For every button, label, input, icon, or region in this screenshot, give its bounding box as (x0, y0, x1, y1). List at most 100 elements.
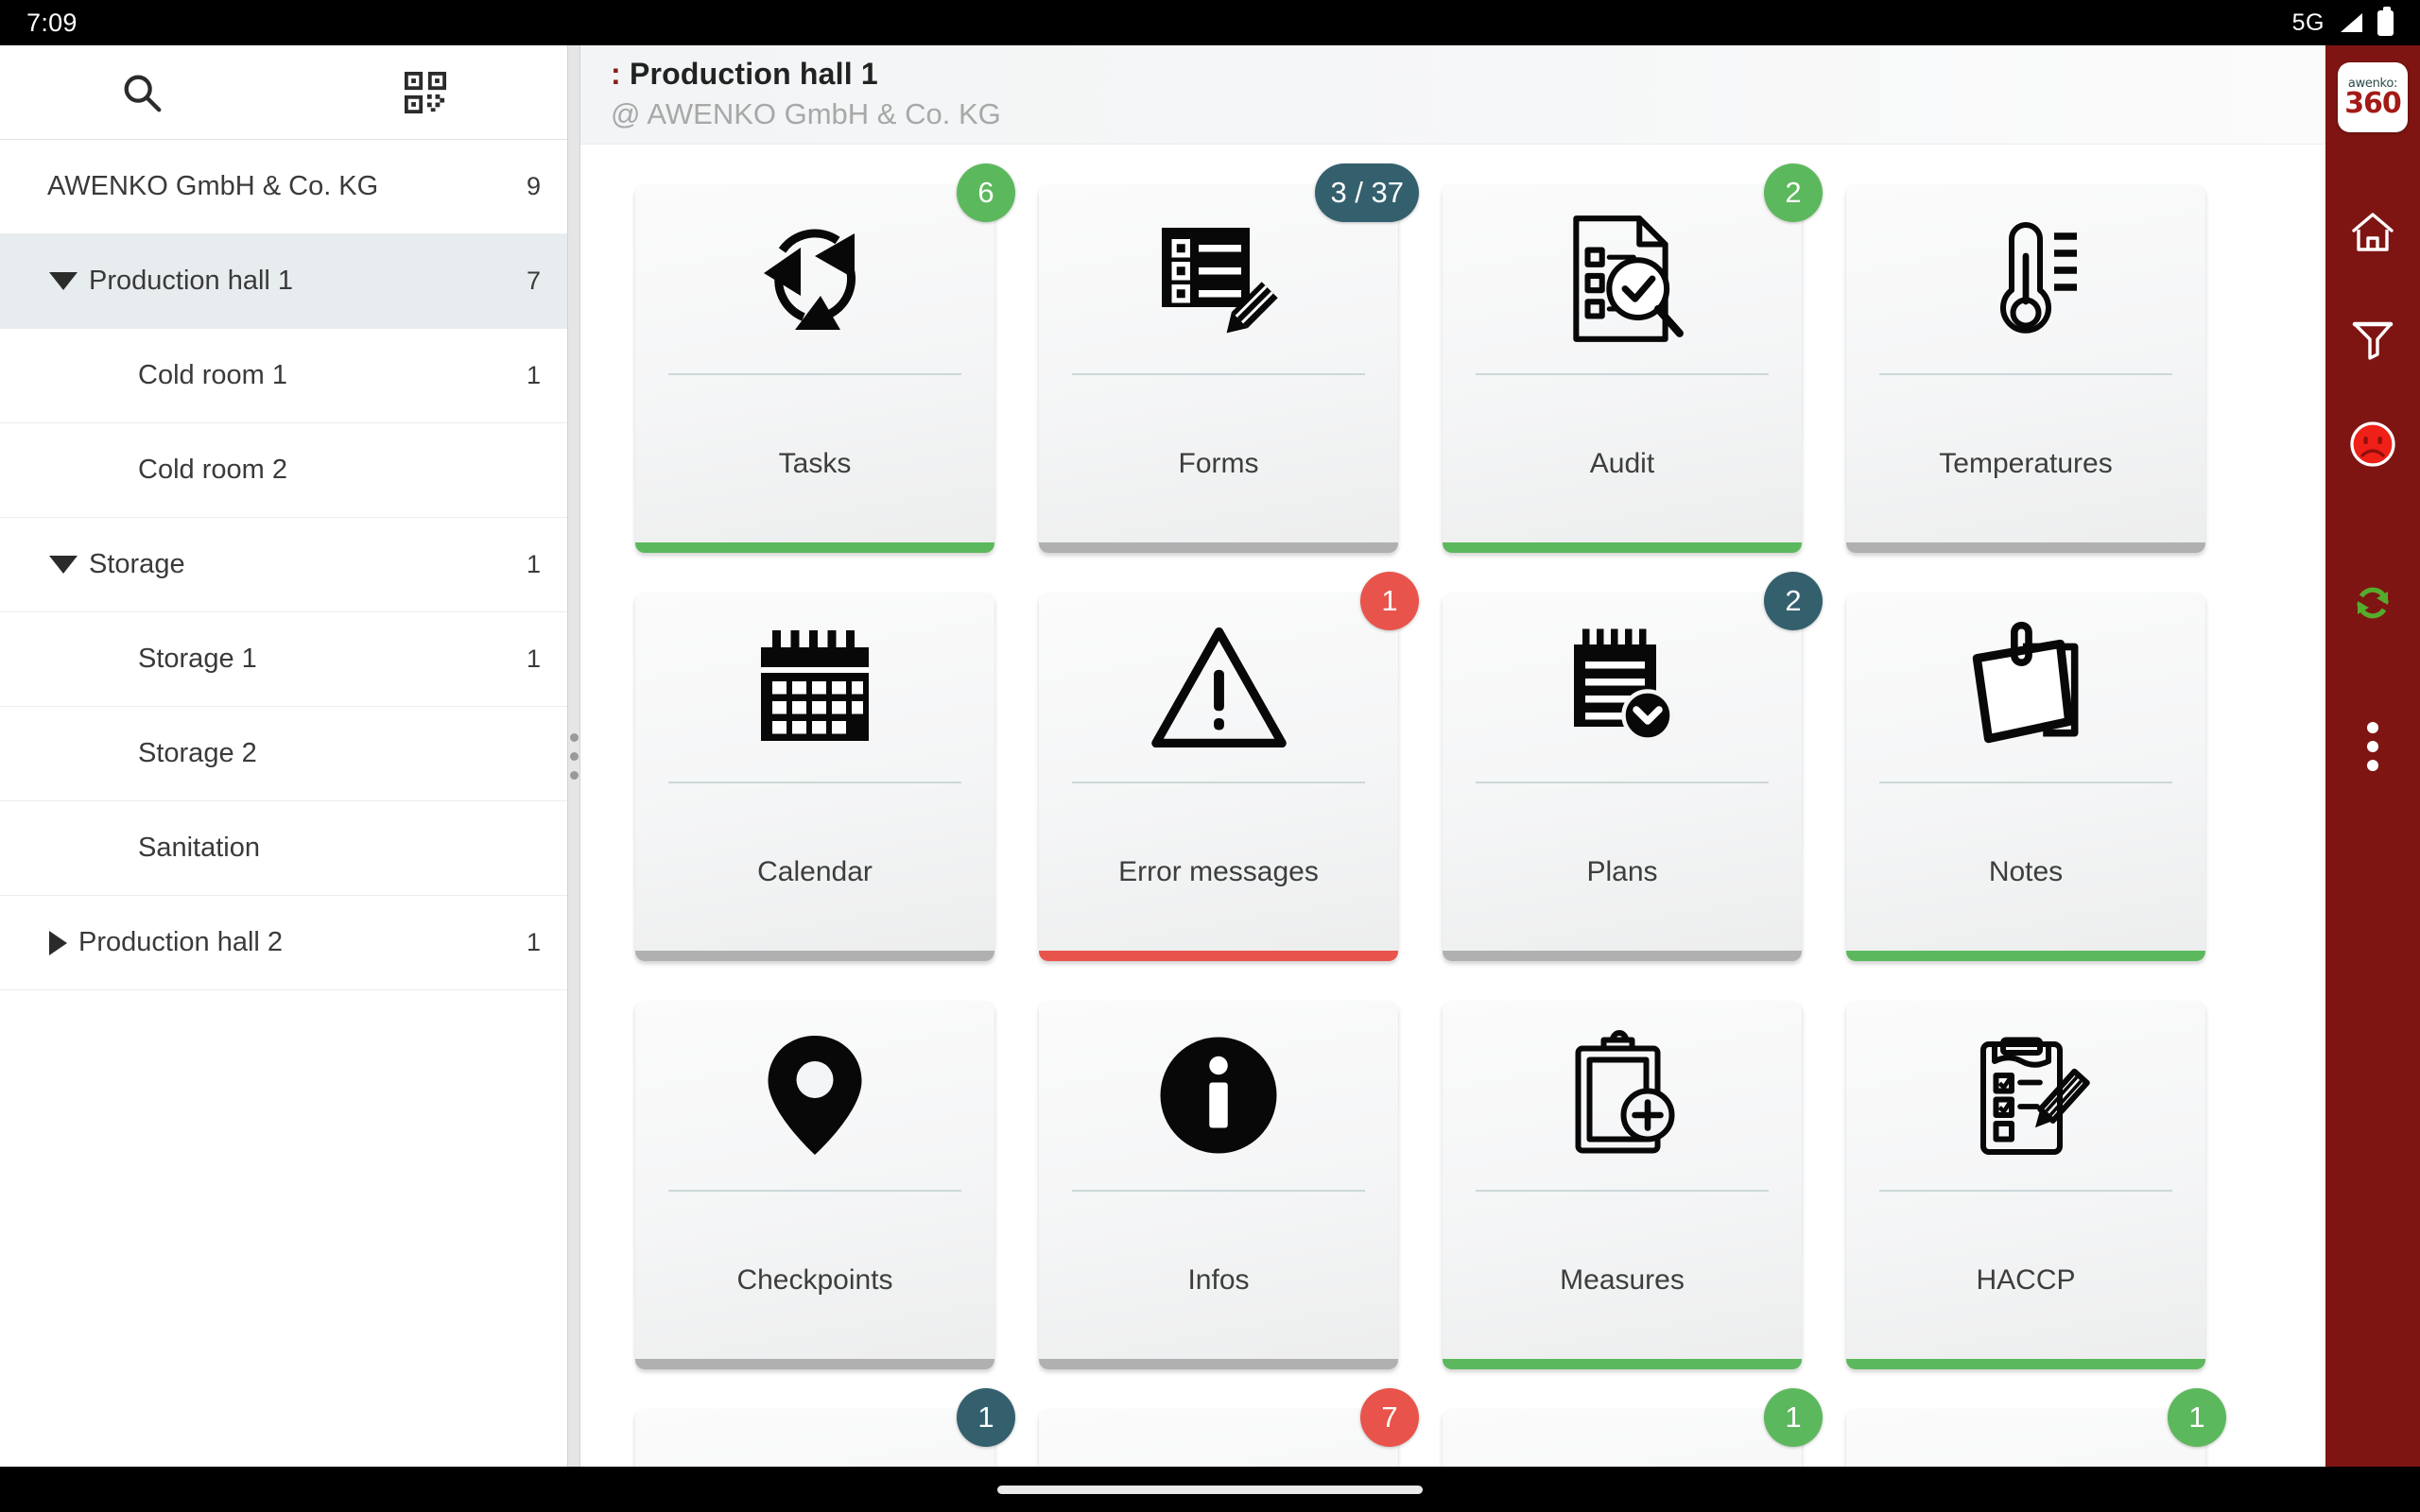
warning-triangle-icon (1039, 593, 1398, 782)
tree-item[interactable]: Storage 1 (0, 518, 567, 612)
tile-label: Notes (1988, 856, 2064, 887)
clipboard-check-pencil-icon (1846, 1001, 2205, 1190)
tile-partial[interactable]: 7 (1039, 1388, 1419, 1467)
tile-status-bar (1443, 951, 1802, 961)
more-options-button[interactable] (2325, 694, 2420, 799)
main-body: AWENKO GmbH & Co. KG 9 Production hall 1 7 C… (0, 45, 2420, 1467)
chevron-right-icon[interactable] (49, 930, 67, 955)
tile-label: Audit (1589, 448, 1655, 479)
right-rail: awenko: 360 (2325, 45, 2420, 1467)
document-magnifier-check-icon (1443, 184, 1802, 373)
tree-item[interactable]: Production hall 1 7 (0, 234, 567, 329)
calendar-icon (635, 593, 994, 782)
tree-item-label: Storage 2 (138, 738, 257, 768)
tile-plans[interactable]: Plans 2 (1443, 572, 1823, 961)
tile-status-bar (1443, 542, 1802, 553)
tile-inner: Checkpoints (635, 1001, 994, 1369)
qr-scan-button[interactable] (284, 45, 567, 140)
tree-item[interactable]: Cold room 2 (0, 423, 567, 518)
status-indicators: 5G (2292, 6, 2394, 37)
sidebar-splitter[interactable] (567, 45, 580, 1467)
awenko-360-logo[interactable]: awenko: 360 (2338, 62, 2408, 132)
tile-measures[interactable]: Measures (1443, 1001, 1802, 1369)
splitter-drag-handle[interactable] (569, 732, 579, 780)
tree-item[interactable]: Production hall 2 1 (0, 896, 567, 990)
tile-inner: Tasks (635, 184, 994, 553)
content-area: : Production hall 1 @ AWENKO GmbH & Co. … (580, 45, 2325, 1467)
tree-item-label: Sanitation (138, 833, 260, 863)
tree-item-count: 1 (526, 550, 541, 578)
tile-haccp[interactable]: HACCP (1846, 1001, 2205, 1369)
home-gesture-pill[interactable] (997, 1485, 1423, 1494)
tile-audit[interactable]: Audit 2 (1443, 163, 1823, 553)
tile-badge: 1 (957, 1388, 1015, 1447)
chevron-down-icon[interactable] (49, 272, 78, 290)
tile-status-bar (635, 542, 994, 553)
page-title-text: Production hall 1 (629, 57, 878, 91)
recycle-arrows-icon (635, 184, 994, 373)
tile-status-bar (1039, 951, 1398, 961)
tree-item-label: Production hall 2 (78, 927, 284, 957)
tile-label: Measures (1560, 1264, 1685, 1296)
battery-icon (2377, 6, 2394, 36)
tiles-grid: Tasks 6 Forms 3 / 37 Audit 2 Temperature… (635, 163, 2271, 1467)
page-subtitle: @ AWENKO GmbH & Co. KG (611, 97, 1001, 130)
tree-item-count: 9 (526, 172, 541, 200)
tile-badge: 1 (2168, 1388, 2226, 1447)
tile-partial[interactable]: 1 (1443, 1388, 1823, 1467)
tile-forms[interactable]: Forms 3 / 37 (1039, 163, 1419, 553)
tree-item-label: Cold room 2 (138, 455, 287, 485)
tile-badge: 2 (1764, 572, 1823, 630)
home-button[interactable] (2325, 180, 2420, 285)
tiles-container: Tasks 6 Forms 3 / 37 Audit 2 Temperature… (580, 145, 2325, 1467)
tile-checkpoints[interactable]: Checkpoints (635, 1001, 994, 1369)
tile-inner (1846, 1409, 2205, 1467)
tile-status-bar (1039, 542, 1398, 553)
tile-tasks[interactable]: Tasks 6 (635, 163, 1015, 553)
tree-item[interactable]: Storage 1 1 (0, 612, 567, 707)
sidebar: AWENKO GmbH & Co. KG 9 Production hall 1 7 C… (0, 45, 567, 1467)
tile-label: Temperatures (1939, 448, 2113, 479)
search-button[interactable] (0, 45, 284, 140)
tree-item-label: AWENKO GmbH & Co. KG (47, 171, 379, 201)
chevron-down-icon[interactable] (49, 556, 78, 574)
tile-inner: Plans (1443, 593, 1802, 961)
tree-item-count: 1 (526, 361, 541, 389)
tree-item-label: Storage 1 (138, 644, 257, 674)
tile-partial[interactable]: 1 (1846, 1388, 2226, 1467)
tile-inner: Error messages (1039, 593, 1398, 961)
tile-inner: Infos (1039, 1001, 1398, 1369)
tile-label: Error messages (1118, 856, 1319, 887)
tree-item[interactable]: Sanitation (0, 801, 567, 896)
tree-item-label: Cold room 1 (138, 360, 287, 390)
tile-label: HACCP (1976, 1264, 2076, 1296)
tile-status-bar (1039, 1359, 1398, 1369)
status-mood-button[interactable] (2325, 391, 2420, 497)
tile-calendar[interactable]: Calendar (635, 593, 994, 961)
tile-notes[interactable]: Notes (1846, 593, 2205, 961)
sync-button[interactable] (2325, 550, 2420, 656)
map-pin-icon (635, 1001, 994, 1190)
tile-partial[interactable]: 1 (635, 1388, 1015, 1467)
tile-label: Checkpoints (736, 1264, 893, 1296)
info-circle-icon (1039, 1001, 1398, 1190)
tile-label: Calendar (757, 856, 873, 887)
logo-bottom-text: 360 (2344, 86, 2402, 120)
tile-inner: Temperatures (1846, 184, 2205, 553)
tile-temperatures[interactable]: Temperatures (1846, 184, 2205, 553)
tile-infos[interactable]: Infos (1039, 1001, 1398, 1369)
sidebar-toolbar (0, 45, 567, 140)
tile-inner: Calendar (635, 593, 994, 961)
tree-item[interactable]: AWENKO GmbH & Co. KG 9 (0, 140, 567, 234)
tile-error-messages[interactable]: Error messages 1 (1039, 572, 1419, 961)
more-vertical-icon (2367, 722, 2378, 771)
page-header: : Production hall 1 @ AWENKO GmbH & Co. … (580, 45, 2325, 145)
status-bar: 7:09 5G (0, 0, 2420, 45)
filter-button[interactable] (2325, 285, 2420, 391)
tree-item[interactable]: Cold room 1 1 (0, 329, 567, 423)
tile-badge: 2 (1764, 163, 1823, 222)
tree-item[interactable]: Storage 2 (0, 707, 567, 801)
tree-item-count: 7 (526, 266, 541, 295)
tile-label: Tasks (778, 448, 852, 479)
signal-bars-icon (2341, 13, 2362, 32)
